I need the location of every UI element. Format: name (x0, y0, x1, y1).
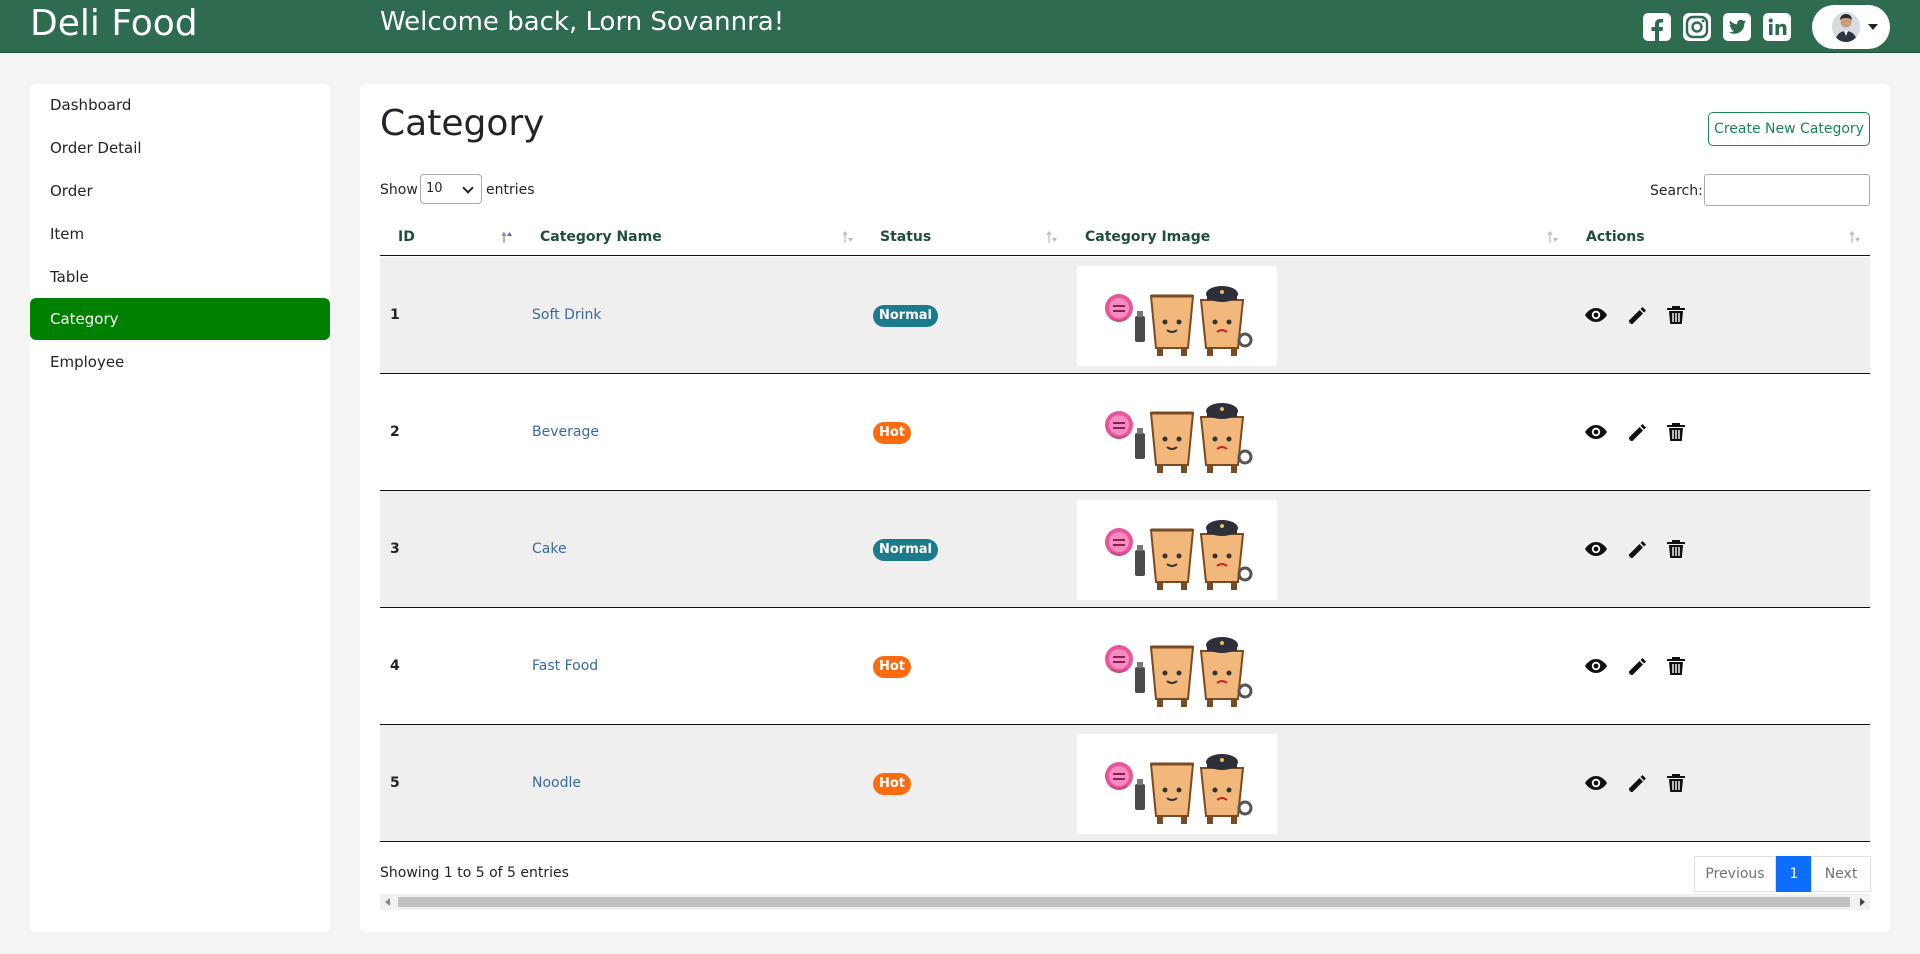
category-name-link[interactable]: Beverage (532, 374, 599, 490)
trash-icon[interactable] (1664, 420, 1688, 444)
avatar (1832, 12, 1860, 42)
sidebar-item-employee[interactable]: Employee (30, 341, 330, 383)
table-row: 5 Noodle Hot (380, 725, 1870, 842)
welcome-message: Welcome back, Lorn Sovannra! (380, 7, 785, 37)
create-category-button[interactable]: Create New Category (1708, 112, 1870, 146)
sort-icon[interactable] (843, 230, 853, 244)
category-name-link[interactable]: Soft Drink (532, 257, 601, 373)
linkedin-icon[interactable] (1762, 12, 1792, 42)
category-name-link[interactable]: Fast Food (532, 608, 598, 724)
category-image (1077, 383, 1277, 483)
search-label: Search: (1650, 183, 1703, 199)
eye-icon[interactable] (1584, 654, 1608, 678)
pagination-next[interactable]: Next (1811, 856, 1871, 892)
status-badge: Hot (873, 773, 912, 795)
sidebar-item-item[interactable]: Item (30, 213, 330, 255)
page-length-select[interactable]: 10 (420, 174, 482, 204)
table-info: Showing 1 to 5 of 5 entries (380, 865, 569, 881)
sidebar-item-table[interactable]: Table (30, 256, 330, 298)
sidebar-item-order-detail[interactable]: Order Detail (30, 127, 330, 169)
scrollbar-thumb[interactable] (398, 897, 1850, 907)
scroll-left-icon[interactable] (385, 898, 390, 906)
user-menu-button[interactable] (1812, 5, 1890, 49)
page-title: Category (380, 103, 545, 144)
sort-icon[interactable] (1047, 230, 1057, 244)
category-id: 1 (390, 307, 400, 323)
instagram-icon[interactable] (1682, 12, 1712, 42)
category-image (1077, 266, 1277, 366)
sidebar: Dashboard Order Detail Order Item Table … (30, 84, 330, 932)
column-header-status[interactable]: Status (880, 218, 931, 256)
eye-icon[interactable] (1584, 771, 1608, 795)
column-header-category-image[interactable]: Category Image (1085, 218, 1210, 256)
horizontal-scrollbar[interactable] (380, 894, 1870, 910)
search-input[interactable] (1704, 174, 1870, 206)
pagination-page-1[interactable]: 1 (1776, 856, 1812, 892)
category-id: 2 (390, 424, 400, 440)
sidebar-item-category[interactable]: Category (30, 298, 330, 340)
show-label: Show (380, 182, 418, 198)
table-row: 3 Cake Normal (380, 491, 1870, 608)
twitter-icon[interactable] (1722, 12, 1752, 42)
eye-icon[interactable] (1584, 303, 1608, 327)
status-badge: Hot (873, 656, 912, 678)
sort-ascending-icon[interactable] (502, 230, 512, 244)
column-header-actions[interactable]: Actions (1586, 218, 1645, 256)
sidebar-item-order[interactable]: Order (30, 170, 330, 212)
table-row: 1 Soft Drink Normal (380, 257, 1870, 374)
table-row: 4 Fast Food Hot (380, 608, 1870, 725)
category-image (1077, 500, 1277, 600)
main-content: Category Create New Category Show 10 ent… (360, 84, 1890, 932)
trash-icon[interactable] (1664, 303, 1688, 327)
column-header-id[interactable]: ID (398, 218, 415, 256)
top-navbar: Deli Food Welcome back, Lorn Sovannra! (0, 0, 1920, 53)
sort-icon[interactable] (1548, 230, 1558, 244)
category-id: 4 (390, 658, 400, 674)
eye-icon[interactable] (1584, 420, 1608, 444)
pencil-icon[interactable] (1625, 654, 1649, 678)
status-badge: Normal (873, 305, 938, 327)
category-name-link[interactable]: Noodle (532, 725, 581, 841)
brand-logo[interactable]: Deli Food (30, 2, 198, 46)
scroll-right-icon[interactable] (1860, 898, 1865, 906)
entries-label: entries (486, 182, 535, 198)
chevron-down-icon (1868, 24, 1878, 30)
table-header: ID Category Name Status Category Image A… (380, 218, 1870, 256)
status-badge: Hot (873, 422, 912, 444)
pencil-icon[interactable] (1625, 420, 1649, 444)
eye-icon[interactable] (1584, 537, 1608, 561)
trash-icon[interactable] (1664, 654, 1688, 678)
page-length-value: 10 (426, 181, 443, 196)
category-image (1077, 617, 1277, 717)
pencil-icon[interactable] (1625, 771, 1649, 795)
category-name-link[interactable]: Cake (532, 491, 567, 607)
pencil-icon[interactable] (1625, 537, 1649, 561)
pagination-previous[interactable]: Previous (1694, 856, 1776, 892)
sort-icon[interactable] (1850, 230, 1860, 244)
trash-icon[interactable] (1664, 771, 1688, 795)
category-image (1077, 734, 1277, 834)
status-badge: Normal (873, 539, 938, 561)
chevron-down-icon (462, 182, 474, 194)
facebook-icon[interactable] (1642, 12, 1672, 42)
pencil-icon[interactable] (1625, 303, 1649, 327)
sidebar-item-dashboard[interactable]: Dashboard (30, 84, 330, 126)
table-row: 2 Beverage Hot (380, 374, 1870, 491)
category-id: 3 (390, 541, 400, 557)
trash-icon[interactable] (1664, 537, 1688, 561)
category-id: 5 (390, 775, 400, 791)
column-header-category-name[interactable]: Category Name (540, 218, 662, 256)
